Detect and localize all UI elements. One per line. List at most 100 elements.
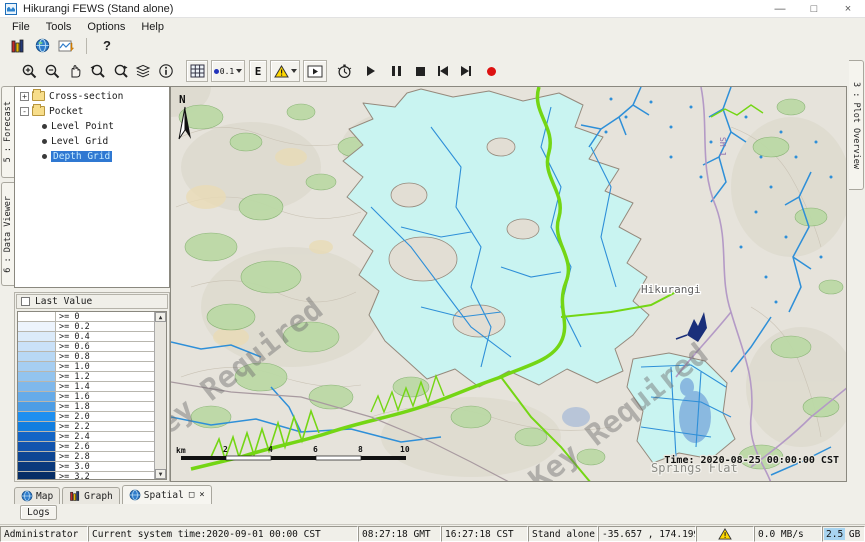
map-canvas[interactable]: SH 1 API Key Required API Key Required H… <box>171 87 847 482</box>
logs-button[interactable]: Logs <box>20 505 57 520</box>
legend-row[interactable]: >= 3.0 <box>18 462 154 472</box>
scroll-up-icon[interactable]: ▲ <box>155 312 166 322</box>
skip-to-end-button[interactable] <box>455 60 477 82</box>
scroll-down-icon[interactable]: ▼ <box>155 469 166 479</box>
pause-button[interactable] <box>385 60 407 82</box>
minimize-button[interactable]: — <box>763 0 797 18</box>
zoom-out-icon[interactable] <box>41 60 63 82</box>
scale-tick: 10 <box>400 445 410 454</box>
last-value-checkbox[interactable] <box>21 297 30 306</box>
legend-color-swatch <box>18 312 56 321</box>
legend-row[interactable]: >= 1.2 <box>18 372 154 382</box>
status-memory: 2.5 GB <box>822 526 865 542</box>
legend-row[interactable]: >= 3.2 <box>18 472 154 480</box>
menu-options[interactable]: Options <box>79 20 133 34</box>
globe-icon <box>21 490 33 502</box>
legend-row-label: >= 0.8 <box>56 352 90 361</box>
tree-node-label: Pocket <box>49 106 83 117</box>
legend-row-label: >= 0.4 <box>56 332 90 341</box>
tab-spatial[interactable]: Spatial □ × <box>122 485 212 504</box>
tab-plot-overview[interactable]: 3 : Plot Overview <box>849 60 864 190</box>
legend-row-label: >= 0 <box>56 312 79 321</box>
stop-button[interactable] <box>409 60 431 82</box>
menu-help[interactable]: Help <box>133 20 172 34</box>
class-break-dropdown[interactable]: 0.1 <box>211 60 245 82</box>
legend-row[interactable]: >= 0.4 <box>18 332 154 342</box>
legend-row[interactable]: >= 1.6 <box>18 392 154 402</box>
menu-file[interactable]: File <box>4 20 38 34</box>
tree-node-pocket[interactable]: - Pocket <box>15 105 169 117</box>
tab-graph[interactable]: Graph <box>62 487 120 504</box>
tree-node-label: Level Grid <box>51 136 108 147</box>
skip-to-start-button[interactable] <box>432 60 454 82</box>
legend-row-label: >= 0.6 <box>56 342 90 351</box>
road-label: SH 1 <box>718 137 727 156</box>
close-button[interactable]: × <box>831 0 865 18</box>
status-throughput: 0.0 MB/s <box>754 526 822 542</box>
info-icon[interactable] <box>155 60 177 82</box>
legend-row[interactable]: >= 0.6 <box>18 342 154 352</box>
legend-color-swatch <box>18 412 56 421</box>
tree-node-depth-grid[interactable]: Depth Grid <box>15 150 169 162</box>
legend-row-label: >= 2.2 <box>56 422 90 431</box>
bullet-icon <box>42 154 47 159</box>
maximize-button[interactable]: □ <box>797 0 831 18</box>
zoom-in-icon[interactable] <box>18 60 40 82</box>
expander-icon[interactable]: + <box>20 92 29 101</box>
status-warning-cell[interactable] <box>696 526 754 542</box>
pan-hand-icon[interactable] <box>64 60 86 82</box>
legend-color-swatch <box>18 352 56 361</box>
legend-row[interactable]: >= 2.4 <box>18 432 154 442</box>
legend-row-label: >= 2.6 <box>56 442 90 451</box>
status-user: Administrator <box>0 526 88 542</box>
zoom-previous-icon[interactable] <box>87 60 109 82</box>
legend-row[interactable]: >= 2.6 <box>18 442 154 452</box>
chart-icon <box>69 490 81 502</box>
legend-color-swatch <box>18 452 56 461</box>
legend-row-label: >= 1.6 <box>56 392 90 401</box>
folder-icon <box>32 91 45 101</box>
tree-node-level-grid[interactable]: Level Grid <box>15 135 169 147</box>
legend-color-swatch <box>18 392 56 401</box>
expander-icon[interactable]: - <box>20 107 29 116</box>
layers-icon[interactable] <box>132 60 154 82</box>
warning-dropdown[interactable] <box>270 60 300 82</box>
grid-display-icon[interactable] <box>186 60 208 82</box>
panel-maximize-icon[interactable]: □ <box>189 490 194 500</box>
legend-row[interactable]: >= 2.8 <box>18 452 154 462</box>
database-icon[interactable] <box>6 36 30 55</box>
legend-row[interactable]: >= 0.2 <box>18 322 154 332</box>
north-label: N <box>179 93 186 106</box>
tab-data-viewer[interactable]: 6 : Data Viewer <box>1 182 14 286</box>
map-time-label: Time: 2020-08-25 00:00:00 CST <box>664 454 839 466</box>
record-button[interactable] <box>480 60 502 82</box>
help-button[interactable]: ? <box>95 36 119 55</box>
tab-forecast[interactable]: 5 : Forecast <box>1 86 14 178</box>
legend-row[interactable]: >= 0 <box>18 312 154 322</box>
zoom-next-icon[interactable] <box>110 60 132 82</box>
last-value-toggle[interactable]: Last Value <box>16 294 168 309</box>
animation-window-icon[interactable] <box>303 60 327 82</box>
legend-row[interactable]: >= 2.0 <box>18 412 154 422</box>
timer-icon[interactable] <box>333 60 355 82</box>
tree-node-level-point[interactable]: Level Point <box>15 120 169 132</box>
menu-tools[interactable]: Tools <box>38 20 80 34</box>
play-button[interactable] <box>360 60 382 82</box>
panel-close-icon[interactable]: × <box>199 490 204 500</box>
tree-node-label: Level Point <box>51 121 114 132</box>
legend-row[interactable]: >= 0.8 <box>18 352 154 362</box>
globe-icon[interactable] <box>30 36 54 55</box>
folder-icon <box>32 106 45 116</box>
tree-node-label: Cross-section <box>49 91 123 102</box>
legend-row[interactable]: >= 1.8 <box>18 402 154 412</box>
timeseries-display-icon[interactable] <box>54 36 78 55</box>
legend-row[interactable]: >= 1.0 <box>18 362 154 372</box>
legend-row[interactable]: >= 1.4 <box>18 382 154 392</box>
legend-row[interactable]: >= 2.2 <box>18 422 154 432</box>
legend-scrollbar[interactable]: ▲ ▼ <box>154 312 166 479</box>
tree-node-cross-section[interactable]: + Cross-section <box>15 90 169 102</box>
warning-icon <box>274 65 289 78</box>
warning-icon <box>718 528 732 540</box>
editor-button[interactable]: E <box>249 60 267 82</box>
tab-map[interactable]: Map <box>14 487 60 504</box>
